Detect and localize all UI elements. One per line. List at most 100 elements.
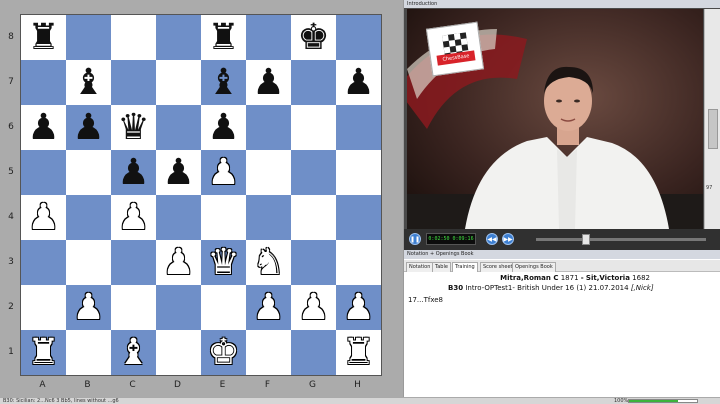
square-d3[interactable]: ♟: [156, 240, 201, 285]
white-pawn-piece[interactable]: ♟: [252, 289, 284, 326]
white-pawn-piece[interactable]: ♟: [117, 199, 149, 236]
square-a3[interactable]: [21, 240, 66, 285]
tab-training[interactable]: Training: [452, 262, 478, 272]
square-f1[interactable]: [246, 330, 291, 375]
black-king-piece[interactable]: ♚: [297, 19, 329, 56]
square-c5[interactable]: ♟: [111, 150, 156, 195]
square-h4[interactable]: [336, 195, 381, 240]
chess-board[interactable]: ♜ ♜ ♚ ♝ ♝ ♟ ♟ ♟ ♟ ♛ ♟ ♟ ♟ ♟ ♟ ♟ ♟ ♛ ♞ ♟ ♟ ♟ ♟ ♜ ♝ ♚ ♜: [20, 14, 382, 376]
square-h7[interactable]: ♟: [336, 60, 381, 105]
square-e2[interactable]: [201, 285, 246, 330]
square-a8[interactable]: ♜: [21, 15, 66, 60]
square-d5[interactable]: ♟: [156, 150, 201, 195]
tab-notation[interactable]: Notation: [406, 262, 434, 272]
black-pawn-piece[interactable]: ♟: [117, 154, 149, 191]
black-pawn-piece[interactable]: ♟: [72, 109, 104, 146]
square-d2[interactable]: [156, 285, 201, 330]
square-g6[interactable]: [291, 105, 336, 150]
square-b4[interactable]: [66, 195, 111, 240]
square-b6[interactable]: ♟: [66, 105, 111, 150]
forward-button[interactable]: ▶▶: [502, 233, 514, 245]
square-a6[interactable]: ♟: [21, 105, 66, 150]
square-g4[interactable]: [291, 195, 336, 240]
square-e5[interactable]: ♟: [201, 150, 246, 195]
square-g8[interactable]: ♚: [291, 15, 336, 60]
white-pawn-piece[interactable]: ♟: [72, 289, 104, 326]
square-g3[interactable]: [291, 240, 336, 285]
black-pawn-piece[interactable]: ♟: [162, 154, 194, 191]
square-g2[interactable]: ♟: [291, 285, 336, 330]
white-pawn-piece[interactable]: ♟: [297, 289, 329, 326]
zoom-bar[interactable]: [628, 399, 698, 403]
black-rook-piece[interactable]: ♜: [207, 19, 239, 56]
square-c2[interactable]: [111, 285, 156, 330]
square-d4[interactable]: [156, 195, 201, 240]
square-e3[interactable]: ♛: [201, 240, 246, 285]
black-queen-piece[interactable]: ♛: [117, 109, 149, 146]
white-bishop-piece[interactable]: ♝: [117, 334, 149, 371]
square-h8[interactable]: [336, 15, 381, 60]
square-a1[interactable]: ♜: [21, 330, 66, 375]
square-d7[interactable]: [156, 60, 201, 105]
square-c6[interactable]: ♛: [111, 105, 156, 150]
black-rook-piece[interactable]: ♜: [27, 19, 59, 56]
square-c4[interactable]: ♟: [111, 195, 156, 240]
tab-openings-book[interactable]: Openings Book: [512, 262, 556, 272]
tab-table[interactable]: Table: [432, 262, 451, 272]
square-c7[interactable]: [111, 60, 156, 105]
square-a5[interactable]: [21, 150, 66, 195]
black-pawn-piece[interactable]: ♟: [342, 64, 374, 101]
video-screen[interactable]: ChessBase: [407, 9, 703, 229]
seek-bar[interactable]: [536, 238, 706, 241]
black-pawn-piece[interactable]: ♟: [27, 109, 59, 146]
white-pawn-piece[interactable]: ♟: [162, 244, 194, 281]
square-h1[interactable]: ♜: [336, 330, 381, 375]
black-bishop-piece[interactable]: ♝: [207, 64, 239, 101]
square-h3[interactable]: [336, 240, 381, 285]
square-f3[interactable]: ♞: [246, 240, 291, 285]
square-b7[interactable]: ♝: [66, 60, 111, 105]
square-h2[interactable]: ♟: [336, 285, 381, 330]
black-bishop-piece[interactable]: ♝: [72, 64, 104, 101]
video-scrollbar[interactable]: 97: [704, 9, 720, 229]
square-f7[interactable]: ♟: [246, 60, 291, 105]
square-f5[interactable]: [246, 150, 291, 195]
square-a2[interactable]: [21, 285, 66, 330]
square-e8[interactable]: ♜: [201, 15, 246, 60]
black-pawn-piece[interactable]: ♟: [252, 64, 284, 101]
white-pawn-piece[interactable]: ♟: [342, 289, 374, 326]
square-e1[interactable]: ♚: [201, 330, 246, 375]
white-queen-piece[interactable]: ♛: [207, 244, 239, 281]
square-f8[interactable]: [246, 15, 291, 60]
white-pawn-piece[interactable]: ♟: [207, 154, 239, 191]
square-g5[interactable]: [291, 150, 336, 195]
white-pawn-piece[interactable]: ♟: [27, 199, 59, 236]
black-pawn-piece[interactable]: ♟: [207, 109, 239, 146]
square-d8[interactable]: [156, 15, 201, 60]
square-e4[interactable]: [201, 195, 246, 240]
square-b8[interactable]: [66, 15, 111, 60]
square-f4[interactable]: [246, 195, 291, 240]
square-g1[interactable]: [291, 330, 336, 375]
square-d6[interactable]: [156, 105, 201, 150]
square-a4[interactable]: ♟: [21, 195, 66, 240]
square-e7[interactable]: ♝: [201, 60, 246, 105]
square-h5[interactable]: [336, 150, 381, 195]
square-f6[interactable]: [246, 105, 291, 150]
square-c3[interactable]: [111, 240, 156, 285]
rewind-button[interactable]: ◀◀: [486, 233, 498, 245]
square-b1[interactable]: [66, 330, 111, 375]
square-d1[interactable]: [156, 330, 201, 375]
white-king-piece[interactable]: ♚: [207, 334, 239, 371]
square-f2[interactable]: ♟: [246, 285, 291, 330]
square-b5[interactable]: [66, 150, 111, 195]
square-e6[interactable]: ♟: [201, 105, 246, 150]
scroll-thumb[interactable]: [708, 109, 718, 149]
white-rook-piece[interactable]: ♜: [342, 334, 374, 371]
move-text[interactable]: 17...Tfxe8: [408, 296, 443, 304]
square-h6[interactable]: [336, 105, 381, 150]
square-c8[interactable]: [111, 15, 156, 60]
pause-button[interactable]: ❚❚: [409, 233, 421, 245]
square-b3[interactable]: [66, 240, 111, 285]
white-knight-piece[interactable]: ♞: [252, 244, 284, 281]
